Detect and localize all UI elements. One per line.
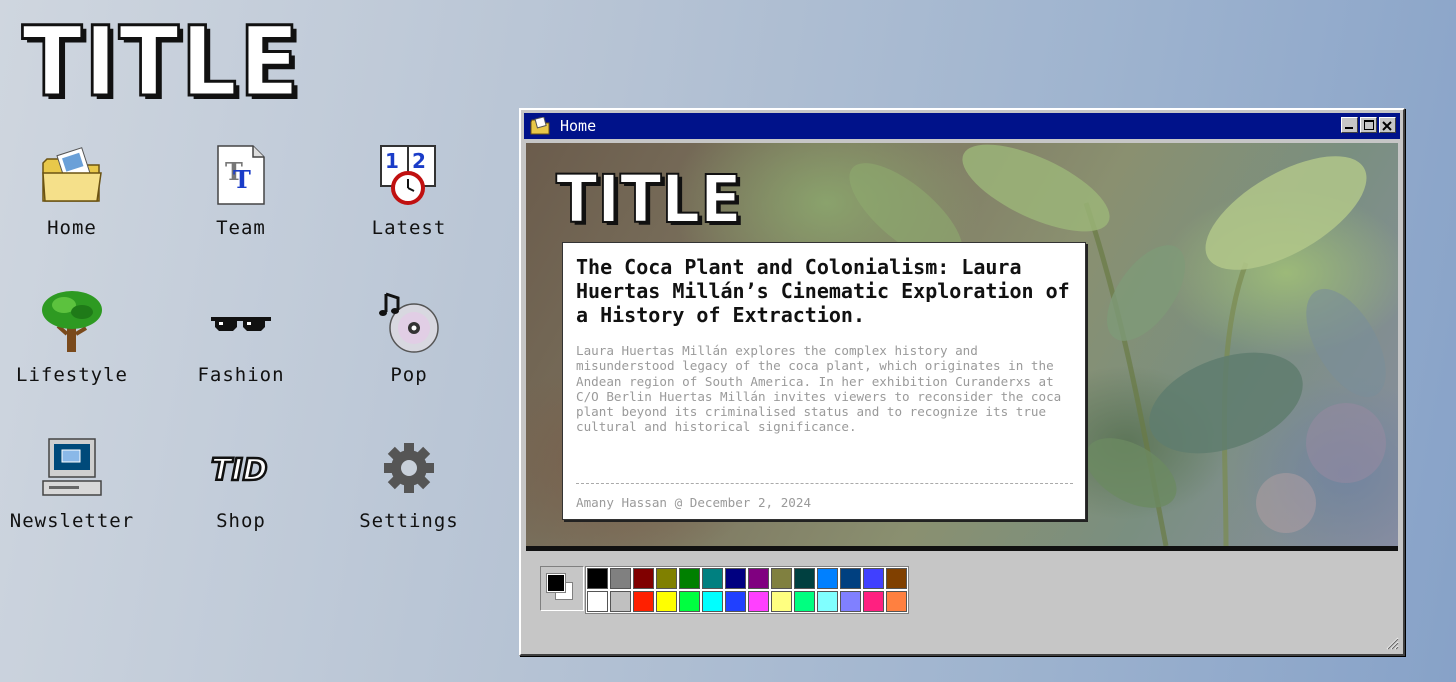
color-swatch[interactable] <box>725 591 746 612</box>
svg-text:2: 2 <box>412 149 426 173</box>
font-file-icon: T T <box>209 143 273 207</box>
article-card[interactable]: The Coca Plant and Colonialism: Laura Hu… <box>562 242 1086 520</box>
color-swatch[interactable] <box>702 591 723 612</box>
desktop-icon-label: Latest <box>371 217 447 239</box>
desktop-icon-fashion[interactable]: Fashion <box>166 290 316 400</box>
color-swatch[interactable] <box>748 568 769 589</box>
color-swatch[interactable] <box>771 568 792 589</box>
article-hero[interactable]: TITLE The Coca Plant and Colonialism: La… <box>526 143 1398 551</box>
desktop-icon-label: Newsletter <box>9 510 135 532</box>
article-byline: Amany Hassan @ December 2, 2024 <box>576 495 812 510</box>
site-logo[interactable]: TITLE <box>21 13 301 112</box>
close-icon <box>1382 121 1392 131</box>
color-swatch[interactable] <box>656 591 677 612</box>
resize-grip-icon[interactable] <box>1383 634 1399 650</box>
color-swatch[interactable] <box>817 591 838 612</box>
color-swatch[interactable] <box>840 568 861 589</box>
color-palette <box>540 566 909 614</box>
desktop-icon-team[interactable]: T T Team <box>166 143 316 253</box>
minimize-icon <box>1345 127 1353 129</box>
article-excerpt: Laura Huertas Millán explores the comple… <box>576 343 1062 435</box>
color-swatch[interactable] <box>863 591 884 612</box>
swatch-grid <box>585 566 909 614</box>
window-titlebar[interactable]: Home <box>524 113 1400 139</box>
close-button[interactable] <box>1379 117 1396 133</box>
color-swatch[interactable] <box>610 591 631 612</box>
maximize-button[interactable] <box>1360 117 1377 133</box>
desktop-icon-label: Fashion <box>197 364 285 386</box>
desktop-icon-settings[interactable]: Settings <box>334 436 484 546</box>
color-swatch[interactable] <box>587 591 608 612</box>
svg-text:1: 1 <box>385 149 399 173</box>
calendar-clock-icon: 1 2 <box>377 143 441 207</box>
desktop-icon-label: Home <box>47 217 97 239</box>
color-swatch[interactable] <box>610 568 631 589</box>
tree-icon <box>40 290 104 354</box>
color-swatch[interactable] <box>656 568 677 589</box>
desktop-icon-label: Settings <box>359 510 459 532</box>
title-logo-icon: TID <box>209 436 273 500</box>
desktop-icon-label: Team <box>216 217 266 239</box>
minimize-button[interactable] <box>1341 117 1358 133</box>
folder-icon <box>40 143 104 207</box>
article-headline[interactable]: The Coca Plant and Colonialism: Laura Hu… <box>576 255 1073 327</box>
card-divider <box>576 483 1073 484</box>
desktop-icon-label: Lifestyle <box>16 364 128 386</box>
color-swatch[interactable] <box>886 591 907 612</box>
maximize-icon <box>1364 120 1374 130</box>
desktop-icon-newsletter[interactable]: Newsletter <box>0 436 147 546</box>
color-swatch[interactable] <box>679 568 700 589</box>
computer-icon <box>40 436 104 500</box>
color-swatch[interactable] <box>748 591 769 612</box>
gear-icon <box>377 436 441 500</box>
desktop-icon-label: Pop <box>390 364 428 386</box>
color-swatch[interactable] <box>633 591 654 612</box>
color-swatch[interactable] <box>771 591 792 612</box>
sunglasses-icon <box>209 290 273 354</box>
music-cd-icon <box>377 290 441 354</box>
svg-text:TID: TID <box>211 453 268 488</box>
folder-icon <box>530 117 550 135</box>
color-swatch[interactable] <box>794 591 815 612</box>
color-swatch[interactable] <box>633 568 654 589</box>
color-swatch[interactable] <box>840 591 861 612</box>
desktop-icon-shop[interactable]: TID Shop <box>166 436 316 546</box>
color-swatch[interactable] <box>702 568 723 589</box>
desktop-icon-home[interactable]: Home <box>0 143 147 253</box>
desktop-icon-label: Shop <box>216 510 266 532</box>
article-logo: TITLE <box>555 161 742 238</box>
color-swatch[interactable] <box>587 568 608 589</box>
color-swatch[interactable] <box>863 568 884 589</box>
color-swatch[interactable] <box>725 568 746 589</box>
svg-text:T: T <box>233 165 251 194</box>
color-swatch[interactable] <box>679 591 700 612</box>
color-swatch[interactable] <box>886 568 907 589</box>
current-colors[interactable] <box>540 566 584 611</box>
window-title: Home <box>560 117 597 135</box>
desktop-icon-pop[interactable]: Pop <box>334 290 484 400</box>
color-swatch[interactable] <box>794 568 815 589</box>
foreground-color-swatch[interactable] <box>546 573 566 593</box>
color-swatch[interactable] <box>817 568 838 589</box>
desktop-icon-latest[interactable]: 1 2 Latest <box>334 143 484 253</box>
desktop-icon-lifestyle[interactable]: Lifestyle <box>0 290 147 400</box>
home-window: Home TITLE The Coca Plant and Colonialis… <box>519 108 1405 656</box>
